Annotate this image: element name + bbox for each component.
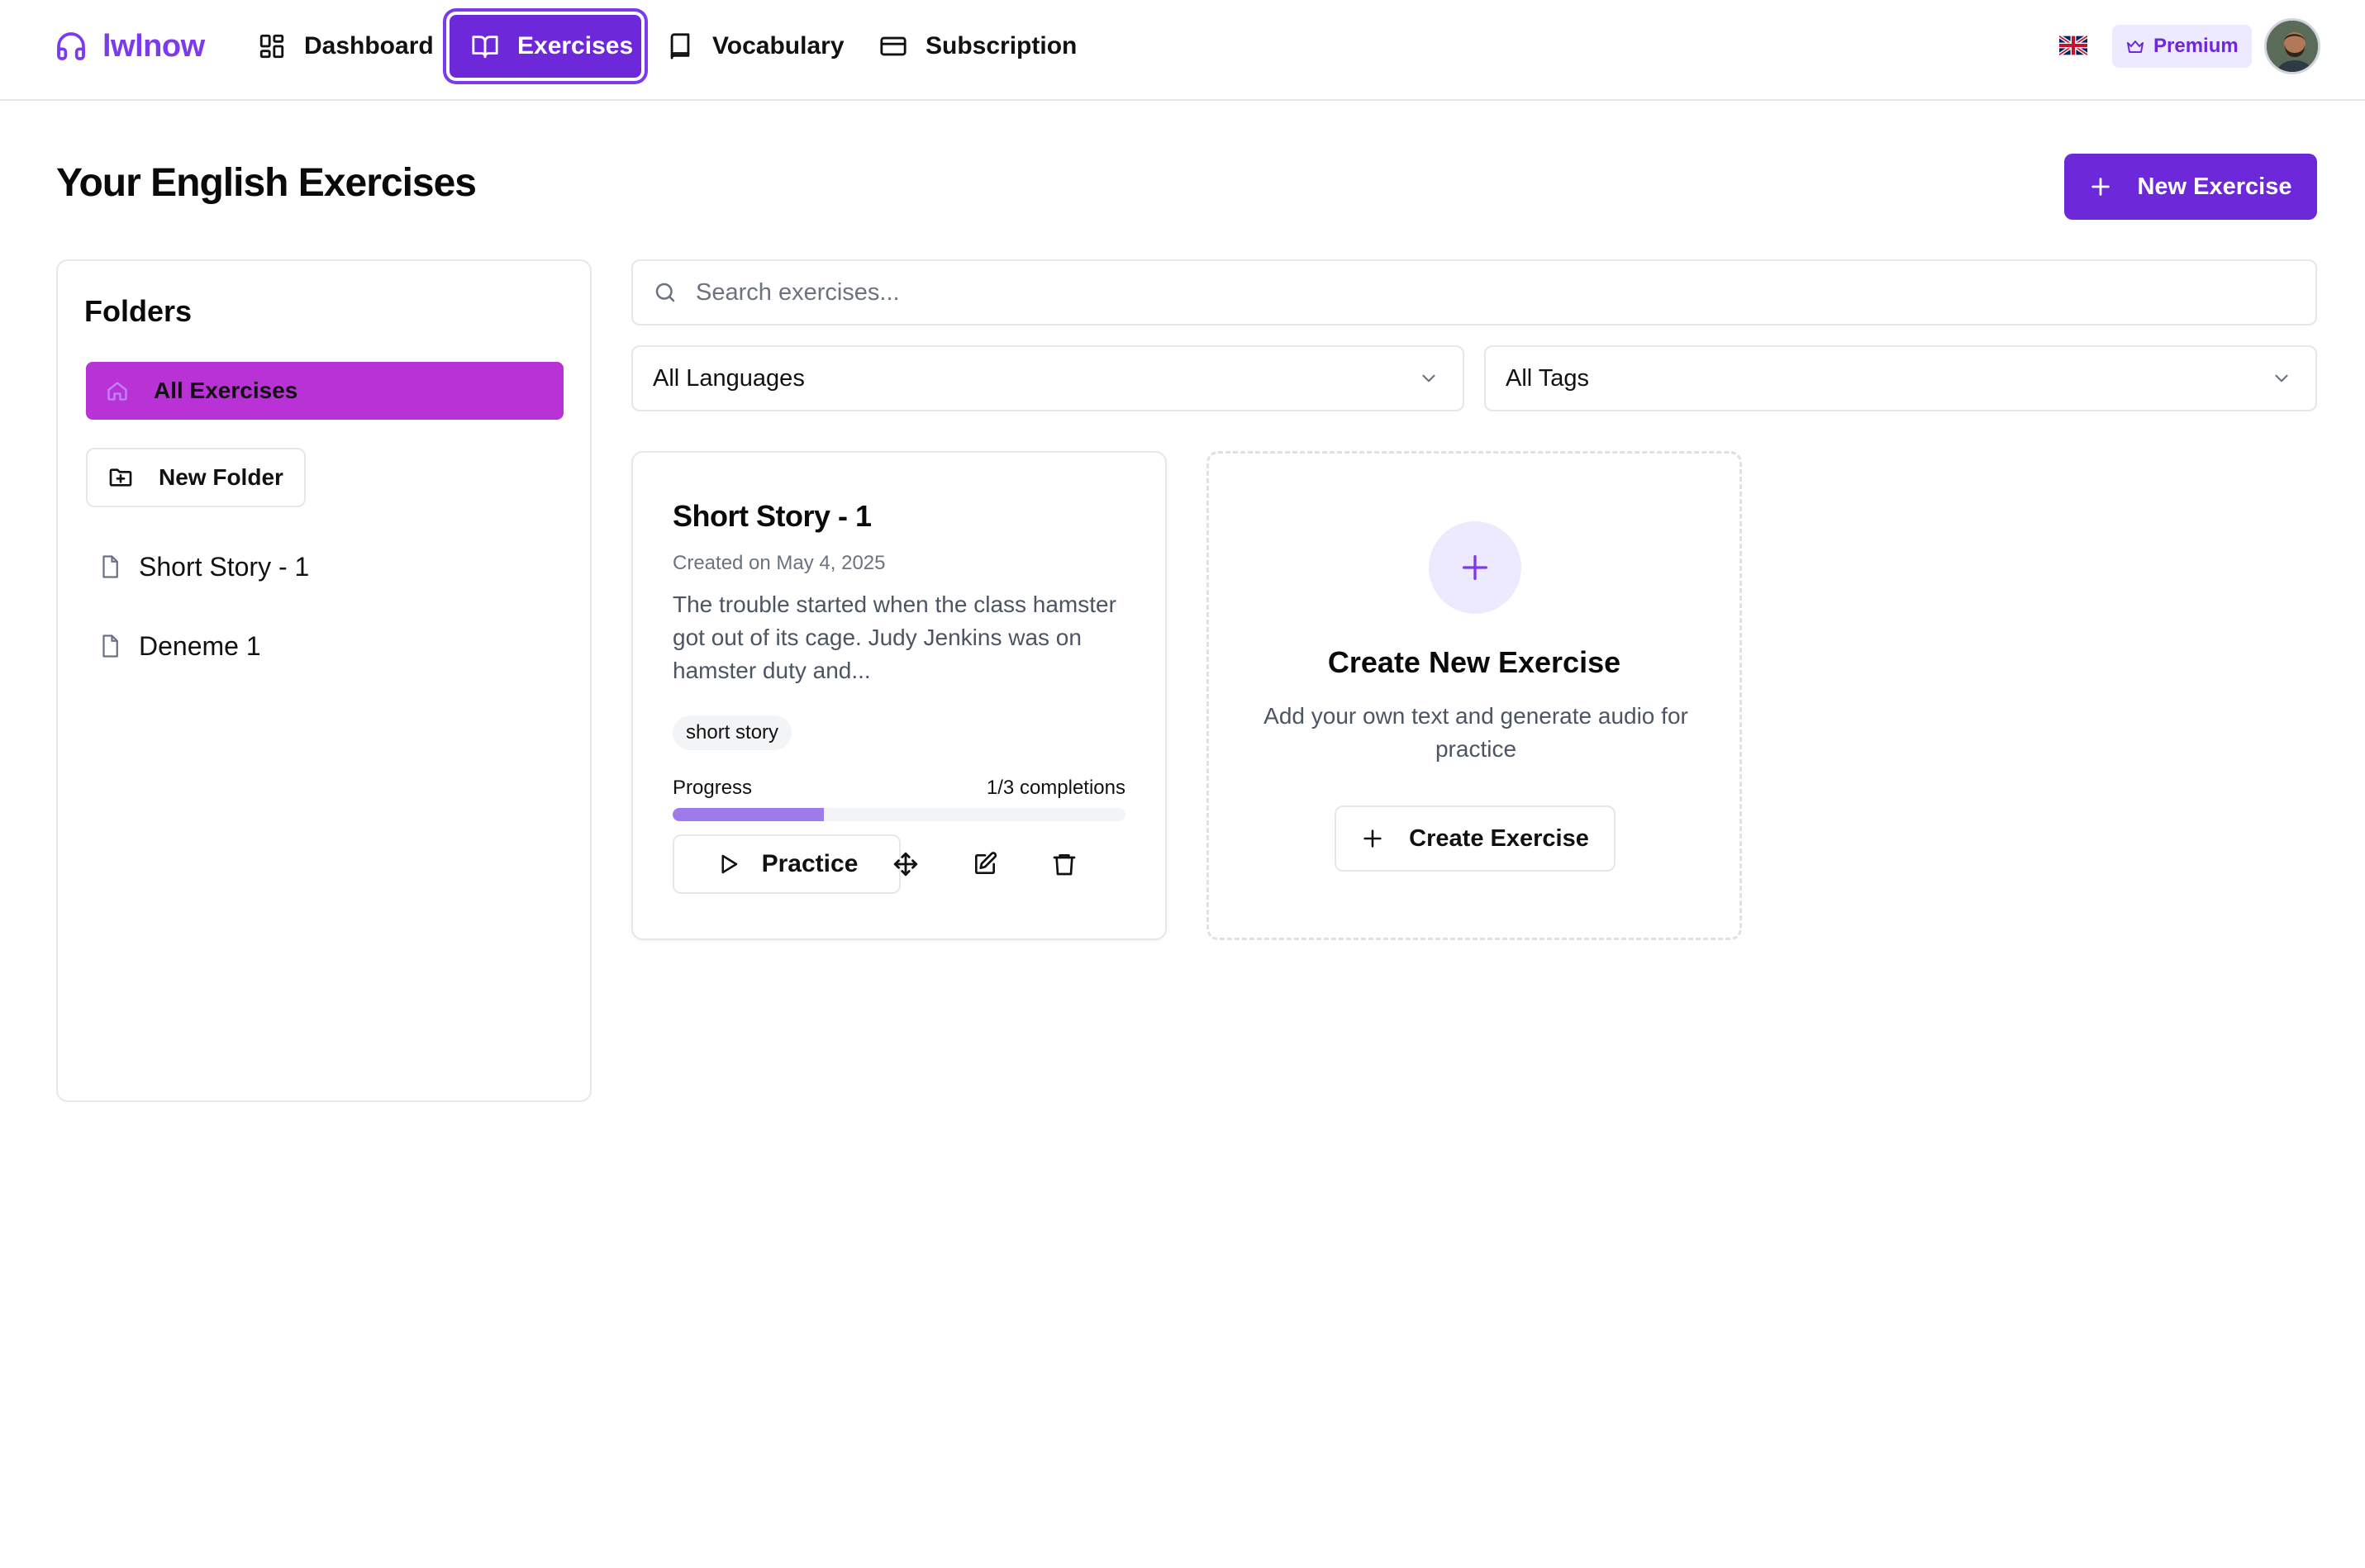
file-icon: [98, 554, 122, 579]
book-open-icon: [471, 32, 499, 60]
practice-button[interactable]: Practice: [673, 834, 901, 894]
create-card-title: Create New Exercise: [1327, 645, 1621, 679]
credit-card-icon: [879, 32, 907, 60]
language-filter-value: All Languages: [653, 364, 805, 392]
file-icon: [98, 634, 122, 658]
premium-label: Premium: [2153, 35, 2239, 57]
create-card-description: Add your own text and generate audio for…: [1263, 703, 1688, 762]
new-folder-label: New Folder: [159, 464, 283, 490]
nav-subscription[interactable]: Subscription: [859, 20, 1097, 73]
create-exercise-button[interactable]: Create Exercise: [1335, 805, 1616, 872]
brand-logo[interactable]: lwlnow: [55, 26, 205, 66]
plus-icon: [1361, 827, 1384, 850]
search-input[interactable]: [696, 278, 2183, 306]
language-filter-select[interactable]: All Languages: [631, 345, 1464, 411]
folder-item[interactable]: Deneme 1: [98, 623, 261, 669]
plus-icon: [2089, 175, 2112, 198]
folder-plus-icon: [107, 464, 134, 491]
folder-item[interactable]: Short Story - 1: [98, 544, 309, 590]
progress-count: 1/3 completions: [986, 777, 1125, 799]
play-icon: [716, 852, 740, 877]
nav-exercises-label: Exercises: [517, 32, 634, 59]
uk-flag-icon[interactable]: [2059, 35, 2087, 56]
exercise-excerpt: The trouble started when the class hamst…: [673, 592, 1116, 683]
create-exercise-label: Create Exercise: [1409, 824, 1589, 852]
tags-filter-select[interactable]: All Tags: [1484, 345, 2317, 411]
create-exercise-card[interactable]: Create New Exercise Add your own text an…: [1206, 451, 1742, 940]
headphones-icon: [55, 30, 88, 63]
top-navigation-bar: lwlnow Dashboard Exercises Vocabulary Su…: [0, 0, 2365, 101]
dashboard-grid-icon: [258, 32, 286, 60]
exercise-created-date: Created on May 4, 2025: [673, 552, 886, 574]
nav-vocabulary-label: Vocabulary: [712, 32, 845, 59]
trash-icon[interactable]: [1048, 848, 1081, 881]
nav-vocabulary[interactable]: Vocabulary: [646, 20, 864, 73]
nav-exercises[interactable]: Exercises: [446, 12, 645, 81]
exercise-tag[interactable]: short story: [673, 715, 792, 750]
folder-item-label: Short Story - 1: [139, 551, 310, 582]
folders-panel: Folders All Exercises New Folder Short S…: [56, 259, 592, 1102]
edit-icon[interactable]: [968, 848, 1002, 881]
page-title: Your English Exercises: [56, 161, 477, 205]
brand-name: lwlnow: [102, 28, 205, 64]
progress-bar: [673, 808, 1125, 821]
tags-filter-value: All Tags: [1506, 364, 1590, 392]
folders-title: Folders: [84, 294, 193, 328]
premium-badge[interactable]: Premium: [2112, 25, 2252, 68]
practice-label: Practice: [761, 850, 859, 877]
nav-dashboard[interactable]: Dashboard: [238, 20, 454, 73]
nav-subscription-label: Subscription: [926, 32, 1078, 59]
nav-dashboard-label: Dashboard: [304, 32, 434, 59]
progress-label: Progress: [673, 777, 753, 799]
move-icon[interactable]: [889, 848, 922, 881]
folder-all-exercises[interactable]: All Exercises: [86, 362, 564, 420]
user-avatar[interactable]: [2264, 18, 2320, 74]
search-icon: [653, 280, 678, 305]
folder-all-label: All Exercises: [154, 378, 298, 403]
book-icon: [666, 32, 694, 60]
progress-bar-fill: [673, 808, 824, 821]
exercise-card[interactable]: Short Story - 1 Created on May 4, 2025 T…: [631, 451, 1167, 940]
new-folder-button[interactable]: New Folder: [86, 448, 306, 507]
search-bar: [631, 259, 2317, 325]
plus-circle-icon: [1429, 521, 1521, 614]
new-exercise-button[interactable]: New Exercise: [2064, 154, 2317, 220]
exercise-title: Short Story - 1: [673, 499, 872, 533]
home-icon: [106, 379, 129, 402]
chevron-down-icon: [1418, 368, 1439, 389]
new-exercise-label: New Exercise: [2137, 173, 2292, 200]
crown-icon: [2125, 36, 2145, 56]
chevron-down-icon: [2271, 368, 2292, 389]
folder-item-label: Deneme 1: [139, 630, 261, 661]
